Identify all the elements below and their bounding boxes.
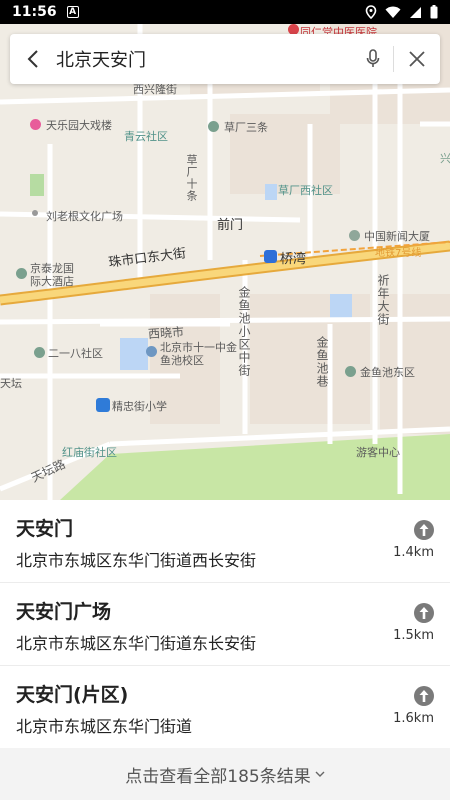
navigate-button[interactable]: [414, 520, 434, 540]
map-label-erbaba: 二一八社区: [48, 347, 103, 360]
map-label-xixiaoshi: 西晓市: [147, 324, 185, 342]
map-label-metro: 地铁7号线: [375, 248, 422, 259]
school-icon: [146, 346, 157, 357]
clock: 11:56: [12, 4, 57, 20]
map-label-tiantan-left: 天坛: [0, 377, 22, 390]
map-label-caochang-street: 草厂十条: [185, 154, 198, 202]
microphone-icon: [366, 49, 380, 67]
map-label-qiaowan: 桥湾: [280, 252, 307, 267]
view-all-results-button[interactable]: 点击查看全部185条结果: [0, 748, 450, 800]
map-label-caochang3: 草厂三条: [224, 121, 268, 134]
map-label-visitor: 游客中心: [356, 446, 400, 459]
map-label-jingtailong: 京泰龙国际大酒店: [30, 262, 74, 288]
search-input[interactable]: 北京天安门: [56, 46, 353, 72]
result-item[interactable]: 天安门 北京市东城区东华门街道西长安街 1.4km: [0, 500, 450, 583]
close-icon: [409, 51, 425, 67]
metro-station-icon: [264, 250, 277, 263]
navigate-arrow-icon: [419, 690, 429, 702]
result-distance: 1.6km: [393, 711, 434, 726]
signal-icon: [410, 6, 421, 18]
map-label-hongmiao: 红庙街社区: [62, 446, 117, 459]
building-icon: [349, 230, 360, 241]
map-view[interactable]: 同仁堂中医医院 西兴隆街 天乐园大戏楼 草厂三条 青云社区 草厂十条 草厂西社区…: [0, 24, 450, 500]
status-bar: 11:56 A: [0, 0, 450, 24]
community-icon-2: [34, 347, 45, 358]
location-icon: [365, 5, 377, 19]
search-bar: 北京天安门: [10, 34, 440, 84]
map-label-jinyuchi-xiang: 金鱼池巷: [315, 336, 329, 388]
community-icon: [208, 121, 219, 132]
map-label-qingyun: 青云社区: [124, 130, 168, 143]
map-label-xinnian: 祈年大街: [376, 274, 390, 326]
result-name: 天安门(片区): [16, 684, 129, 706]
map-label-liulaogen: 刘老根文化广场: [46, 210, 123, 223]
app-notification-icon: A: [66, 6, 79, 18]
wifi-icon: [385, 6, 401, 18]
result-item[interactable]: 天安门(片区) 北京市东城区东华门街道 1.6km: [0, 666, 450, 749]
school-icon-2: [96, 398, 110, 412]
clear-button[interactable]: [394, 34, 440, 84]
community-icon-3: [345, 366, 356, 377]
result-address: 北京市东城区东华门街道: [16, 717, 193, 736]
result-distance: 1.5km: [393, 628, 434, 643]
result-distance: 1.4km: [393, 545, 434, 560]
map-label-qianmen: 前门: [217, 218, 244, 233]
result-address: 北京市东城区东华门街道东长安街: [16, 634, 257, 653]
back-button[interactable]: [10, 34, 56, 84]
navigate-arrow-icon: [419, 607, 429, 619]
theater-icon: [30, 119, 41, 130]
result-item[interactable]: 天安门广场 北京市东城区东华门街道东长安街 1.5km: [0, 583, 450, 666]
map-label-jingzhong: 精忠街小学: [112, 400, 167, 413]
result-name: 天安门: [16, 518, 74, 540]
map-label-xing: 兴: [440, 152, 450, 165]
map-label-tianle: 天乐园大戏楼: [46, 119, 112, 132]
battery-icon: [430, 5, 438, 19]
map-label-caochang-west: 草厂西社区: [278, 184, 333, 197]
results-list: 天安门 北京市东城区东华门街道西长安街 1.4km 天安门广场 北京市东城区东华…: [0, 500, 450, 748]
view-all-results-label: 点击查看全部185条结果: [125, 766, 311, 787]
navigate-button[interactable]: [414, 686, 434, 706]
hotel-icon: [16, 268, 27, 279]
navigate-button[interactable]: [414, 603, 434, 623]
result-name: 天安门广场: [16, 601, 112, 623]
navigate-arrow-icon: [419, 524, 429, 536]
map-label-school11: 北京市十一中金鱼池校区: [160, 341, 237, 367]
status-icons: [365, 5, 438, 19]
back-arrow-icon: [27, 50, 38, 68]
map-label-jinyuchi-east: 金鱼池东区: [360, 366, 415, 379]
voice-search-button[interactable]: [353, 34, 393, 84]
place-icon: [32, 210, 38, 216]
map-label-news: 中国新闻大厦: [364, 230, 430, 243]
result-address: 北京市东城区东华门街道西长安街: [16, 551, 257, 570]
chevron-down-icon: [315, 771, 325, 777]
